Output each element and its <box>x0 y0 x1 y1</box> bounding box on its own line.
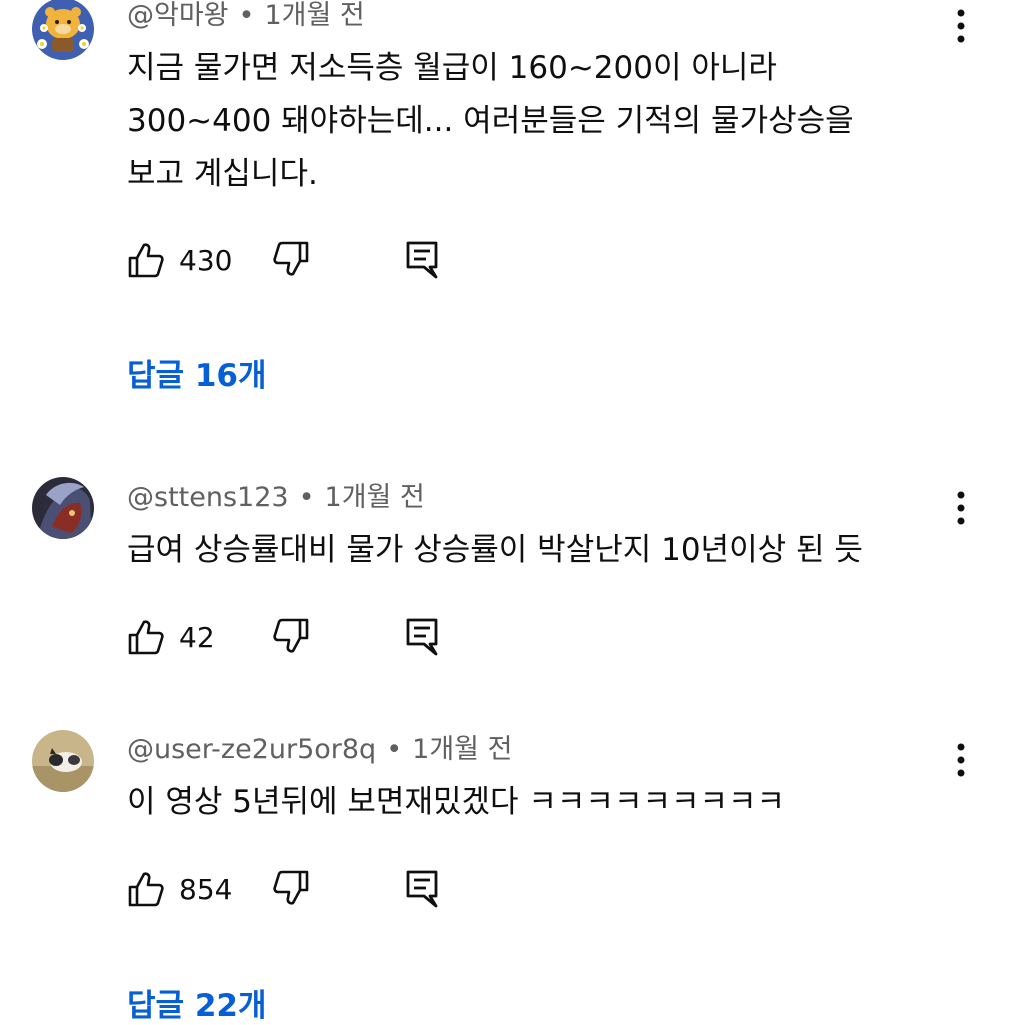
comment-meta: @악마왕 • 1개월 전 <box>127 2 365 29</box>
meta-separator: • <box>298 482 315 513</box>
more-vertical-icon[interactable] <box>948 488 974 528</box>
like-button[interactable]: 854 <box>127 867 232 911</box>
thumbs-down-icon[interactable] <box>272 240 310 278</box>
comment-actions: 430 <box>127 238 487 282</box>
comment-author[interactable]: @user-ze2ur5or8q <box>127 734 376 765</box>
avatar-cat-image <box>32 730 94 792</box>
like-count: 430 <box>179 243 233 277</box>
avatar-character-image <box>32 477 94 539</box>
comment-actions: 854 <box>127 867 487 911</box>
like-count: 42 <box>179 620 215 654</box>
more-vertical-icon[interactable] <box>948 6 974 46</box>
comment-text-line: 지금 물가면 저소득층 월급이 160~200이 아니라 <box>127 50 777 86</box>
comment-text-line: 보고 계십니다. <box>127 156 318 192</box>
like-count: 854 <box>179 872 233 906</box>
comment-meta: @sttens123 • 1개월 전 <box>127 484 425 511</box>
comment-text: 급여 상승률대비 물가 상승률이 박살난지 10년이상 된 듯 <box>127 524 863 577</box>
avatar[interactable] <box>32 0 94 60</box>
thumbs-up-icon <box>128 872 164 907</box>
meta-separator: • <box>238 0 255 31</box>
comment-meta: @user-ze2ur5or8q • 1개월 전 <box>127 736 512 763</box>
comment-time: 1개월 전 <box>324 482 425 513</box>
more-vertical-icon[interactable] <box>948 740 974 780</box>
avatar[interactable] <box>32 477 94 539</box>
like-button[interactable]: 42 <box>127 615 215 659</box>
avatar-bear-image <box>32 0 94 60</box>
reply-comment-icon[interactable] <box>405 869 439 909</box>
thumbs-down-icon[interactable] <box>272 617 310 655</box>
like-button[interactable]: 430 <box>127 238 232 282</box>
thumbs-down-icon[interactable] <box>272 869 310 907</box>
comment-text: 지금 물가면 저소득층 월급이 160~200이 아니라 300~400 돼야하… <box>127 42 854 201</box>
comment-author[interactable]: @sttens123 <box>127 482 289 513</box>
reply-comment-icon[interactable] <box>405 617 439 657</box>
comment-time: 1개월 전 <box>264 0 365 31</box>
avatar[interactable] <box>32 730 94 792</box>
meta-separator: • <box>386 734 403 765</box>
comment-text: 이 영상 5년뒤에 보면재밌겠다 ㅋㅋㅋㅋㅋㅋㅋㅋㅋ <box>127 776 785 829</box>
thumbs-up-icon <box>128 620 164 655</box>
comment-text-line: 급여 상승률대비 물가 상승률이 박살난지 10년이상 된 듯 <box>127 532 863 568</box>
thumbs-up-icon <box>128 243 164 278</box>
view-replies-button[interactable]: 답글 16개 <box>127 350 267 395</box>
comment-time: 1개월 전 <box>412 734 513 765</box>
comment-author[interactable]: @악마왕 <box>127 0 229 31</box>
view-replies-button[interactable]: 답글 22개 <box>127 980 267 1025</box>
reply-comment-icon[interactable] <box>405 240 439 280</box>
comment-text-line: 이 영상 5년뒤에 보면재밌겠다 ㅋㅋㅋㅋㅋㅋㅋㅋㅋ <box>127 784 786 820</box>
comment-actions: 42 <box>127 615 487 659</box>
comment-text-line: 300~400 돼야하는데... 여러분들은 기적의 물가상승을 <box>127 103 854 139</box>
